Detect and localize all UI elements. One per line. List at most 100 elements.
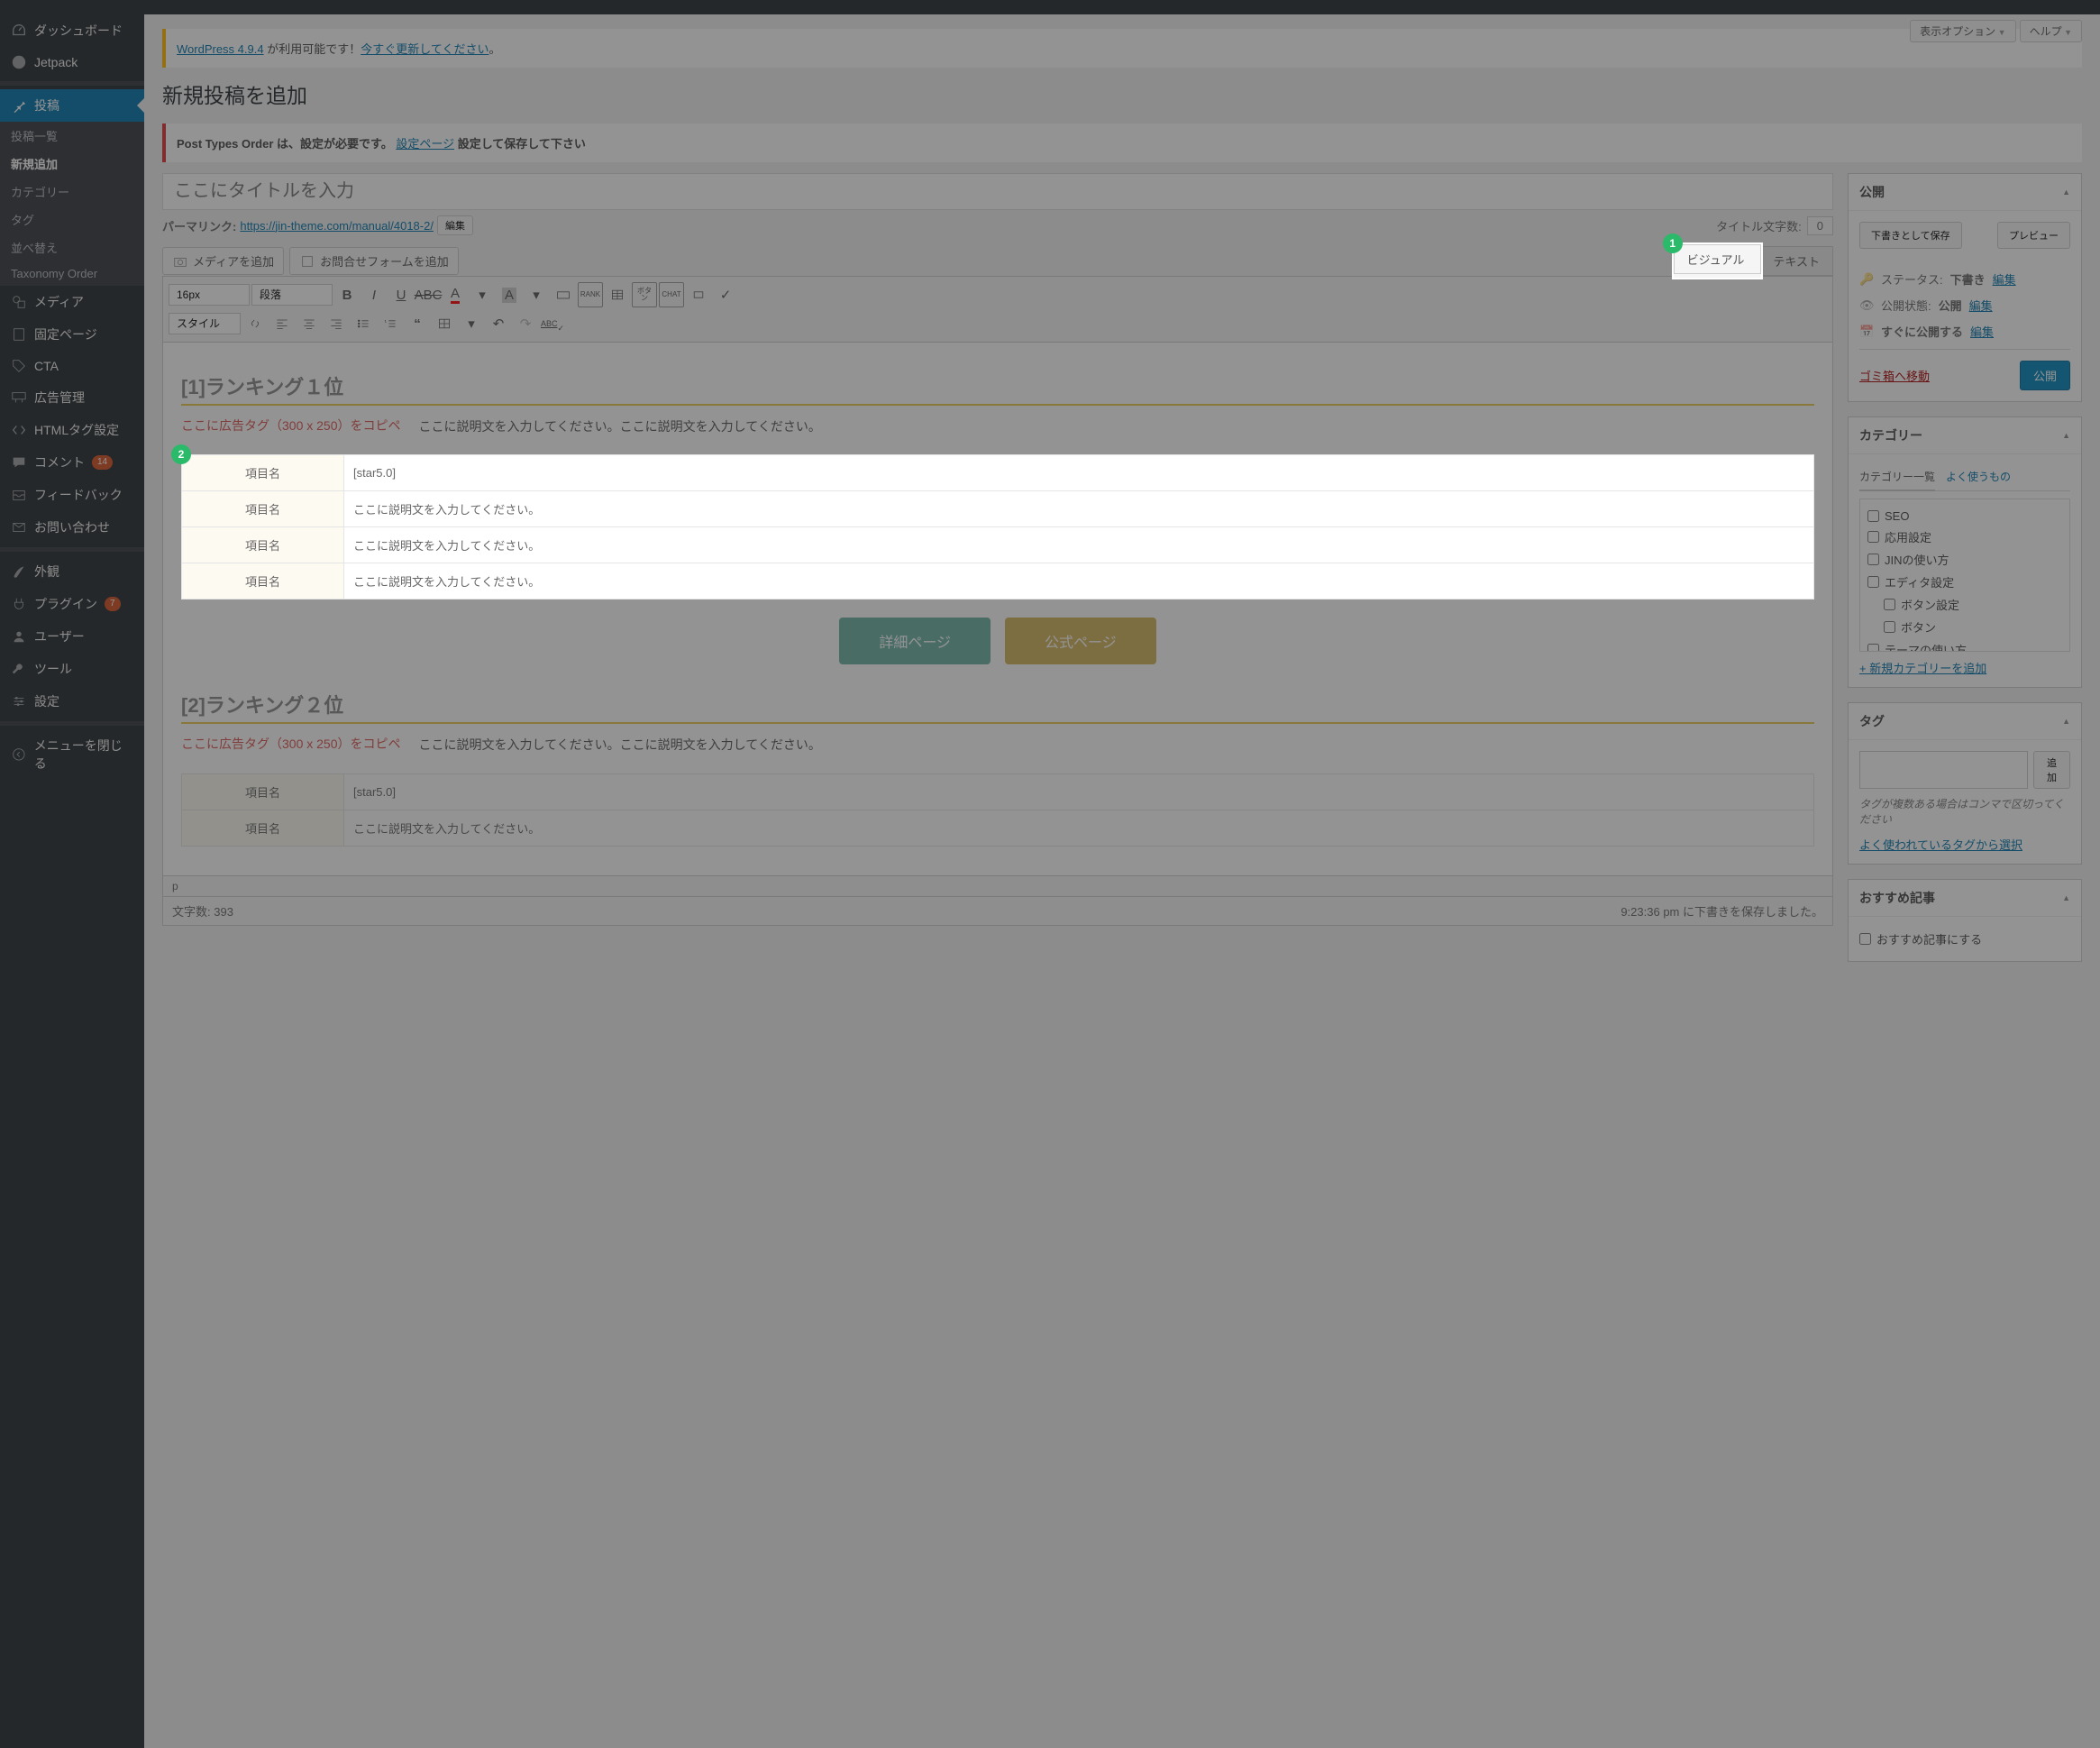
sidebar-posts-list[interactable]: 投稿一覧 — [0, 122, 144, 150]
wp-version-link[interactable]: WordPress 4.9.4 — [177, 42, 264, 56]
strike-button[interactable]: ABC — [415, 282, 441, 307]
sidebar-contact[interactable]: お問い合わせ — [0, 511, 144, 544]
add-media-button[interactable]: メディアを追加 — [162, 247, 284, 275]
cat-tab-all[interactable]: カテゴリー一覧 — [1859, 465, 1935, 491]
table-dropdown[interactable]: ▾ — [459, 311, 484, 336]
box-button[interactable] — [686, 282, 711, 307]
tag-add-button[interactable]: 追加 — [2033, 751, 2070, 789]
undo-button[interactable]: ↶ — [486, 311, 511, 336]
sidebar-plugins[interactable]: プラグイン7 — [0, 588, 144, 620]
tag-input[interactable] — [1859, 751, 2028, 789]
underline-button[interactable]: U — [388, 282, 414, 307]
admin-sidebar: ダッシュボード Jetpack 投稿 投稿一覧 新規追加 カテゴリー タグ 並べ… — [0, 14, 144, 1748]
wp-update-link[interactable]: 今すぐ更新してください — [361, 42, 488, 56]
style-select[interactable]: スタイル — [169, 313, 241, 334]
sidebar-jetpack[interactable]: Jetpack — [0, 47, 144, 78]
publish-button[interactable]: 公開 — [2020, 361, 2070, 390]
category-item[interactable]: 応用設定 — [1867, 526, 2062, 548]
sidebar-posts-cat[interactable]: カテゴリー — [0, 178, 144, 206]
post-title-input[interactable] — [162, 173, 1833, 210]
official-page-button[interactable]: 公式ページ — [1005, 618, 1156, 664]
category-item[interactable]: ボタン — [1867, 616, 2062, 638]
text-color-button[interactable]: A — [443, 282, 468, 307]
font-size-select[interactable]: 16px — [169, 284, 250, 306]
publish-panel-header[interactable]: 公開 — [1849, 174, 2081, 211]
detail-page-button[interactable]: 詳細ページ — [839, 618, 991, 664]
editor-body[interactable]: [1]ランキング１位 ここに広告タグ（300 x 250）をコピペ ここに説明文… — [162, 343, 1833, 876]
add-category-link[interactable]: + 新規カテゴリーを追加 — [1859, 662, 1986, 675]
align-center-button[interactable] — [297, 311, 322, 336]
ul-button[interactable] — [351, 311, 376, 336]
permalink-url[interactable]: https://jin-theme.com/manual/4018-2/ — [240, 219, 434, 233]
sidebar-htmltag[interactable]: HTMLタグ設定 — [0, 414, 144, 446]
format-select[interactable]: 段落 — [251, 284, 333, 306]
screen-options-button[interactable]: 表示オプション — [1910, 20, 2015, 42]
quote-button[interactable]: “ — [405, 311, 430, 336]
text-color-picker[interactable]: ▾ — [470, 282, 495, 307]
chat-button[interactable]: CHAT — [659, 282, 684, 307]
sidebar-dashboard[interactable]: ダッシュボード — [0, 14, 144, 47]
category-list[interactable]: SEO応用設定JINの使い方エディタ設定ボタン設定ボタンテーマの使い方デザイン設… — [1859, 499, 2070, 652]
tag-freq-link[interactable]: よく使われているタグから選択 — [1859, 838, 2022, 852]
link-button[interactable] — [242, 311, 268, 336]
table-menu-button[interactable] — [432, 311, 457, 336]
sidebar-appearance[interactable]: 外観 — [0, 555, 144, 588]
sidebar-pages[interactable]: 固定ページ — [0, 318, 144, 351]
sidebar-posts-sort[interactable]: 並べ替え — [0, 233, 144, 261]
ol-button[interactable]: 1 — [378, 311, 403, 336]
sidebar-media[interactable]: メディア — [0, 286, 144, 318]
recommend-checkbox[interactable] — [1859, 930, 1871, 947]
check-button[interactable]: ✓ — [713, 282, 738, 307]
sidebar-posts-new[interactable]: 新規追加 — [0, 150, 144, 178]
bold-button[interactable]: B — [334, 282, 360, 307]
align-right-button[interactable] — [324, 311, 349, 336]
tag-panel-header[interactable]: タグ — [1849, 703, 2081, 740]
bg-color-picker[interactable]: ▾ — [524, 282, 549, 307]
trash-link[interactable]: ゴミ箱へ移動 — [1859, 367, 1930, 384]
preview-button[interactable]: プレビュー — [1997, 222, 2070, 249]
tab-visual[interactable]: ビジュアル — [1675, 246, 1760, 276]
cat-tab-freq[interactable]: よく使うもの — [1946, 465, 2011, 490]
button-insert[interactable]: ボタン — [632, 282, 657, 307]
save-draft-button[interactable]: 下書きとして保存 — [1859, 222, 1962, 249]
visibility-edit-link[interactable]: 編集 — [1969, 297, 1993, 314]
sidebar-posts-tax[interactable]: Taxonomy Order — [0, 261, 144, 286]
help-button[interactable]: ヘルプ — [2020, 20, 2082, 42]
category-item[interactable]: テーマの使い方 — [1867, 638, 2062, 652]
sidebar-posts[interactable]: 投稿 — [0, 89, 144, 122]
sidebar-feedback[interactable]: フィードバック — [0, 479, 144, 511]
spellcheck-button[interactable]: ABC✓ — [540, 311, 565, 336]
sidebar-tools[interactable]: ツール — [0, 653, 144, 685]
category-item[interactable]: SEO — [1867, 507, 2062, 526]
tab-text[interactable]: テキスト — [1759, 246, 1833, 276]
sidebar-collapse[interactable]: メニューを閉じる — [0, 729, 144, 780]
italic-button[interactable]: I — [361, 282, 387, 307]
recommend-checkbox-row[interactable]: おすすめ記事にする — [1859, 928, 2070, 950]
schedule-edit-link[interactable]: 編集 — [1970, 323, 1994, 340]
title-count-value: 0 — [1807, 216, 1833, 235]
category-item[interactable]: JINの使い方 — [1867, 548, 2062, 571]
sidebar-posts-tag[interactable]: タグ — [0, 206, 144, 233]
recommend-panel-header[interactable]: おすすめ記事 — [1849, 880, 2081, 917]
bg-color-button[interactable]: A — [497, 282, 522, 307]
rank-button[interactable]: RANK — [578, 282, 603, 307]
sidebar-ads[interactable]: 広告管理 — [0, 381, 144, 414]
sidebar-cta[interactable]: CTA — [0, 351, 144, 381]
permalink-edit-button[interactable]: 編集 — [437, 215, 473, 235]
align-left-button[interactable] — [269, 311, 295, 336]
category-item[interactable]: ボタン設定 — [1867, 593, 2062, 616]
pto-settings-link[interactable]: 設定ページ — [396, 137, 454, 151]
sidebar-settings[interactable]: 設定 — [0, 685, 144, 718]
keyboard-button[interactable] — [551, 282, 576, 307]
sidebar-comments[interactable]: コメント14 — [0, 446, 144, 479]
table-row: 項目名[star5.0] — [182, 455, 1814, 491]
redo-button[interactable]: ↷ — [513, 311, 538, 336]
status-edit-link[interactable]: 編集 — [1993, 270, 2016, 288]
add-contact-form-button[interactable]: お問合せフォームを追加 — [289, 247, 459, 275]
category-item[interactable]: エディタ設定 — [1867, 571, 2062, 593]
tag-help-text: タグが複数ある場合はコンマで区切ってください — [1859, 796, 2070, 827]
table-button[interactable] — [605, 282, 630, 307]
category-panel-header[interactable]: カテゴリー — [1849, 417, 2081, 454]
sidebar-users[interactable]: ユーザー — [0, 620, 144, 653]
table-row: 項目名ここに説明文を入力してください。 — [182, 563, 1814, 599]
